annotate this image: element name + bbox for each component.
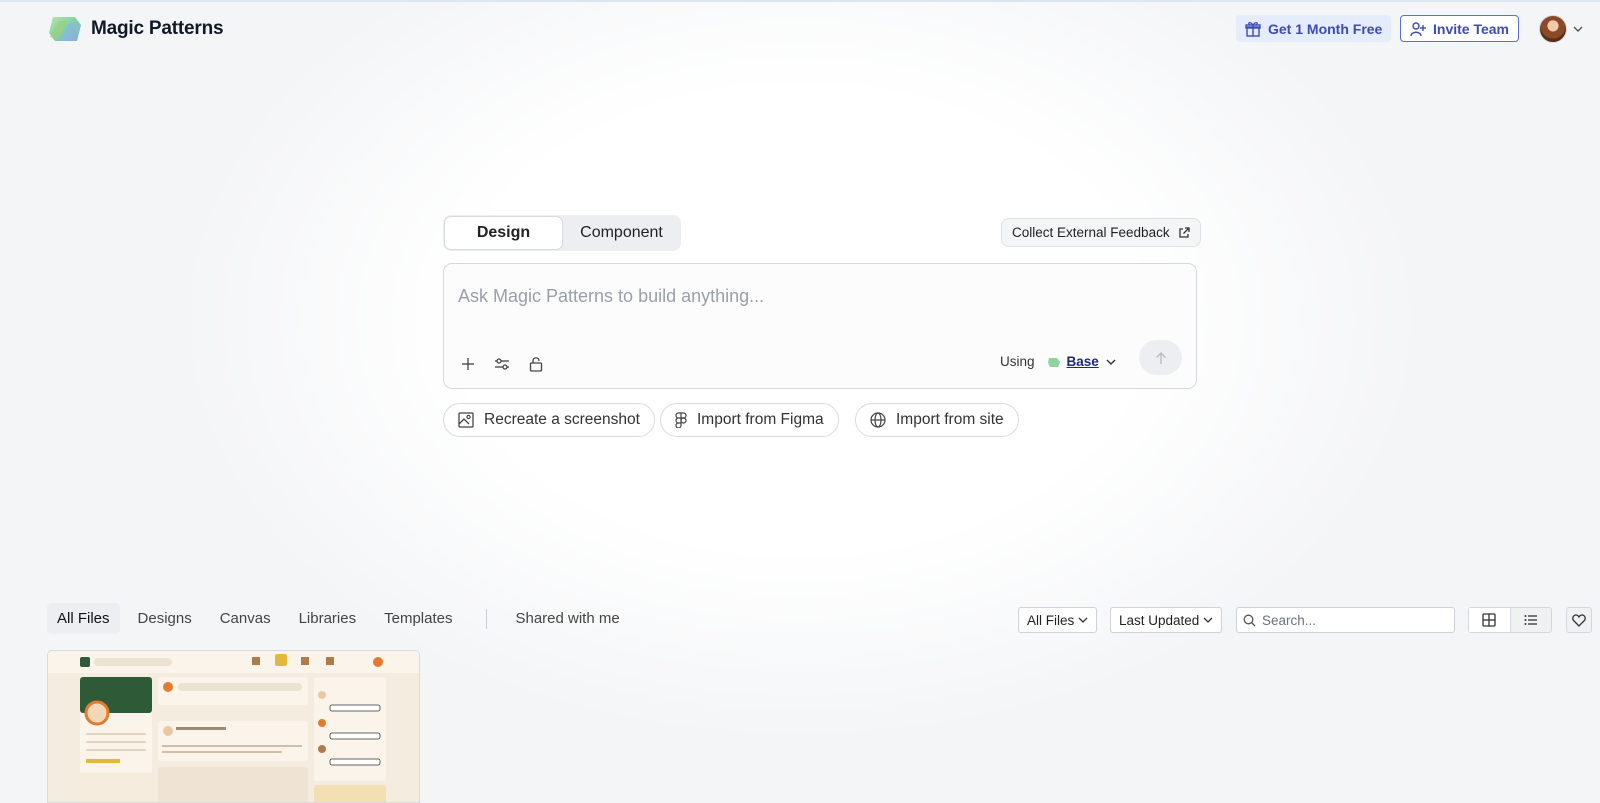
gift-icon	[1245, 21, 1261, 37]
invite-label: Invite Team	[1433, 20, 1509, 37]
magic-patterns-logo-icon	[49, 17, 81, 41]
model-selector[interactable]: Using Base	[1000, 354, 1117, 369]
chevron-down-icon	[1573, 26, 1583, 32]
tab-designs[interactable]: Designs	[128, 603, 202, 634]
mode-switcher: Design Component	[443, 215, 681, 251]
design-thumbnail-card[interactable]	[47, 650, 420, 803]
file-type-filter[interactable]: All Files	[1018, 607, 1098, 633]
grid-icon	[1482, 613, 1496, 627]
mode-tab-component[interactable]: Component	[563, 216, 680, 250]
chevron-down-icon	[1106, 359, 1116, 365]
settings-sliders-button[interactable]	[491, 353, 513, 375]
user-plus-icon	[1410, 21, 1426, 36]
sliders-icon	[495, 358, 509, 370]
sort-select[interactable]: Last Updated	[1110, 607, 1223, 633]
import-site-label: Import from site	[896, 411, 1004, 428]
arrow-up-icon	[1155, 351, 1166, 364]
plus-icon	[462, 358, 474, 370]
tab-canvas[interactable]: Canvas	[210, 603, 281, 634]
list-view-button[interactable]	[1511, 608, 1552, 632]
brand-logo[interactable]: Magic Patterns	[47, 15, 224, 43]
sort-select-value: Last Updated	[1119, 612, 1200, 628]
external-link-icon	[1178, 226, 1190, 238]
tab-shared-with-me[interactable]: Shared with me	[505, 603, 629, 634]
tab-libraries[interactable]: Libraries	[289, 603, 367, 634]
chevron-down-icon	[1203, 617, 1213, 623]
send-button[interactable]	[1139, 340, 1182, 375]
chevron-down-icon	[1078, 617, 1088, 623]
file-search[interactable]	[1236, 607, 1455, 633]
prompt-box: Using Base	[443, 263, 1197, 389]
avatar	[1539, 15, 1567, 43]
collect-feedback-button[interactable]: Collect External Feedback	[1001, 218, 1201, 247]
recreate-screenshot-label: Recreate a screenshot	[484, 411, 640, 428]
get-free-month-button[interactable]: Get 1 Month Free	[1236, 15, 1392, 42]
using-label: Using	[1000, 354, 1035, 369]
tab-divider	[486, 608, 488, 629]
brand-name: Magic Patterns	[91, 18, 224, 39]
privacy-lock-button[interactable]	[525, 353, 547, 375]
heart-icon	[1572, 613, 1586, 627]
mode-tab-design[interactable]: Design	[444, 216, 563, 250]
model-name: Base	[1066, 354, 1099, 369]
tab-all-files[interactable]: All Files	[47, 603, 120, 634]
files-tabs: All Files Designs Canvas Libraries Templ…	[47, 603, 638, 634]
prompt-input[interactable]	[458, 276, 1178, 316]
figma-icon	[675, 412, 687, 428]
import-figma-button[interactable]: Import from Figma	[660, 403, 839, 437]
invite-team-button[interactable]: Invite Team	[1400, 15, 1519, 42]
list-icon	[1524, 615, 1537, 625]
model-logo-icon	[1047, 357, 1060, 367]
import-figma-label: Import from Figma	[697, 411, 824, 428]
favorites-filter-button[interactable]	[1566, 607, 1592, 633]
promo-label: Get 1 Month Free	[1268, 20, 1383, 37]
import-site-button[interactable]: Import from site	[855, 403, 1019, 437]
account-menu[interactable]	[1539, 15, 1583, 43]
top-border	[0, 0, 1600, 2]
view-toggle	[1468, 607, 1552, 633]
recreate-screenshot-button[interactable]: Recreate a screenshot	[443, 403, 655, 437]
unlock-icon	[529, 357, 543, 372]
tab-templates[interactable]: Templates	[374, 603, 462, 634]
file-type-filter-value: All Files	[1027, 612, 1075, 628]
grid-view-button[interactable]	[1469, 608, 1511, 632]
image-icon	[458, 412, 474, 428]
add-attachment-button[interactable]	[457, 353, 479, 375]
search-icon	[1243, 614, 1256, 626]
design-preview-image	[48, 651, 419, 802]
globe-icon	[870, 412, 886, 428]
feedback-label: Collect External Feedback	[1012, 225, 1170, 240]
search-input[interactable]	[1262, 612, 1442, 628]
